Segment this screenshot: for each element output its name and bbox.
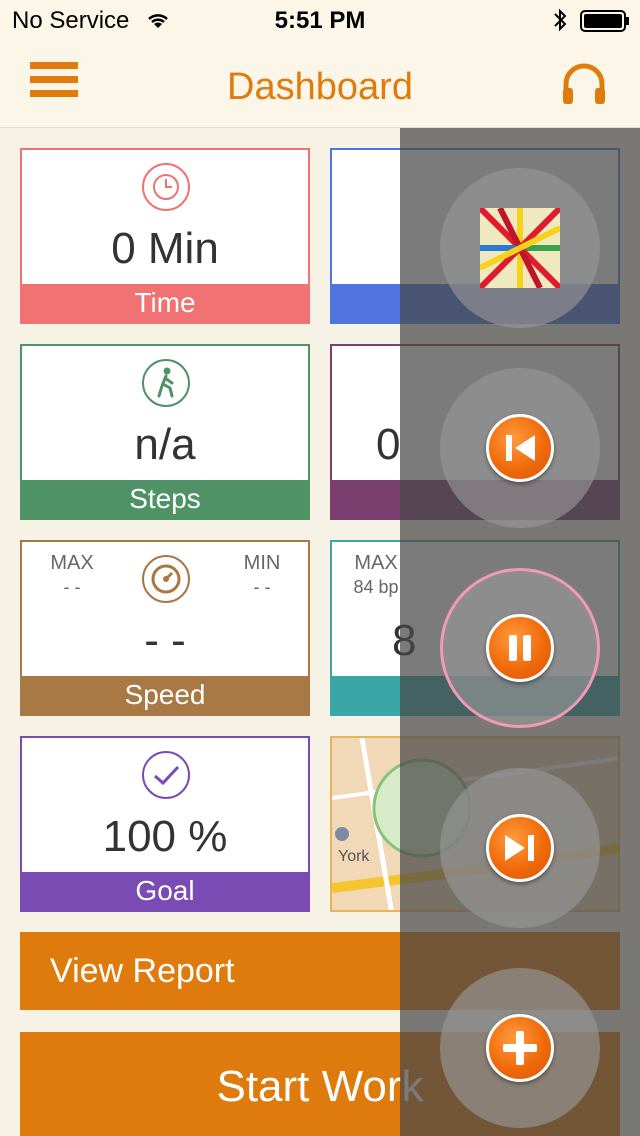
calories-value: 0 [376, 420, 401, 469]
goal-card[interactable]: 100 % Goal [20, 736, 310, 912]
add-button[interactable] [440, 968, 600, 1128]
next-icon [486, 814, 554, 882]
clock: 5:51 PM [274, 7, 366, 34]
steps-value: n/a [134, 420, 196, 469]
goal-label: Goal [22, 872, 308, 910]
time-label: Time [22, 284, 308, 322]
next-track-button[interactable] [440, 768, 600, 928]
checkmark-icon [142, 751, 190, 799]
status-bar: No Service 5:51 PM [0, 0, 640, 40]
battery-icon [580, 10, 629, 32]
previous-track-button[interactable] [440, 368, 600, 528]
speed-label: Speed [22, 676, 308, 714]
headphones-icon[interactable] [560, 60, 608, 108]
pause-icon [486, 614, 554, 682]
speed-max-value: - - [63, 577, 81, 597]
album-art-button[interactable] [440, 168, 600, 328]
bluetooth-icon [554, 8, 567, 32]
plus-icon [486, 1014, 554, 1082]
album-art-image [480, 208, 560, 288]
clock-icon [142, 163, 190, 211]
pause-button[interactable] [440, 568, 600, 728]
heart-max: MAX 84 bp [346, 552, 406, 598]
previous-icon [486, 414, 554, 482]
speed-min-value: - - [253, 577, 271, 597]
map-place-label: York [338, 848, 370, 865]
music-control-overlay [400, 128, 640, 1136]
speedometer-icon [142, 555, 190, 603]
nav-bar: Dashboard [0, 40, 640, 128]
speed-min-label: MIN [243, 552, 281, 574]
speed-card[interactable]: MAX - - MIN - - - - Speed [20, 540, 310, 716]
walking-icon [142, 359, 190, 407]
time-card[interactable]: 0 Min Time [20, 148, 310, 324]
speed-max: MAX - - [42, 552, 102, 598]
heart-max-value: 84 bp [353, 577, 399, 597]
speed-max-label: MAX [50, 552, 94, 574]
heart-max-label: MAX [354, 552, 398, 574]
steps-card[interactable]: n/a Steps [20, 344, 310, 520]
steps-label: Steps [22, 480, 308, 518]
goal-value: 100 % [102, 812, 228, 861]
speed-min: MIN - - [232, 552, 292, 598]
page-title: Dashboard [227, 66, 413, 108]
time-value: 0 Min [111, 224, 219, 273]
speed-value: - - [144, 616, 186, 665]
